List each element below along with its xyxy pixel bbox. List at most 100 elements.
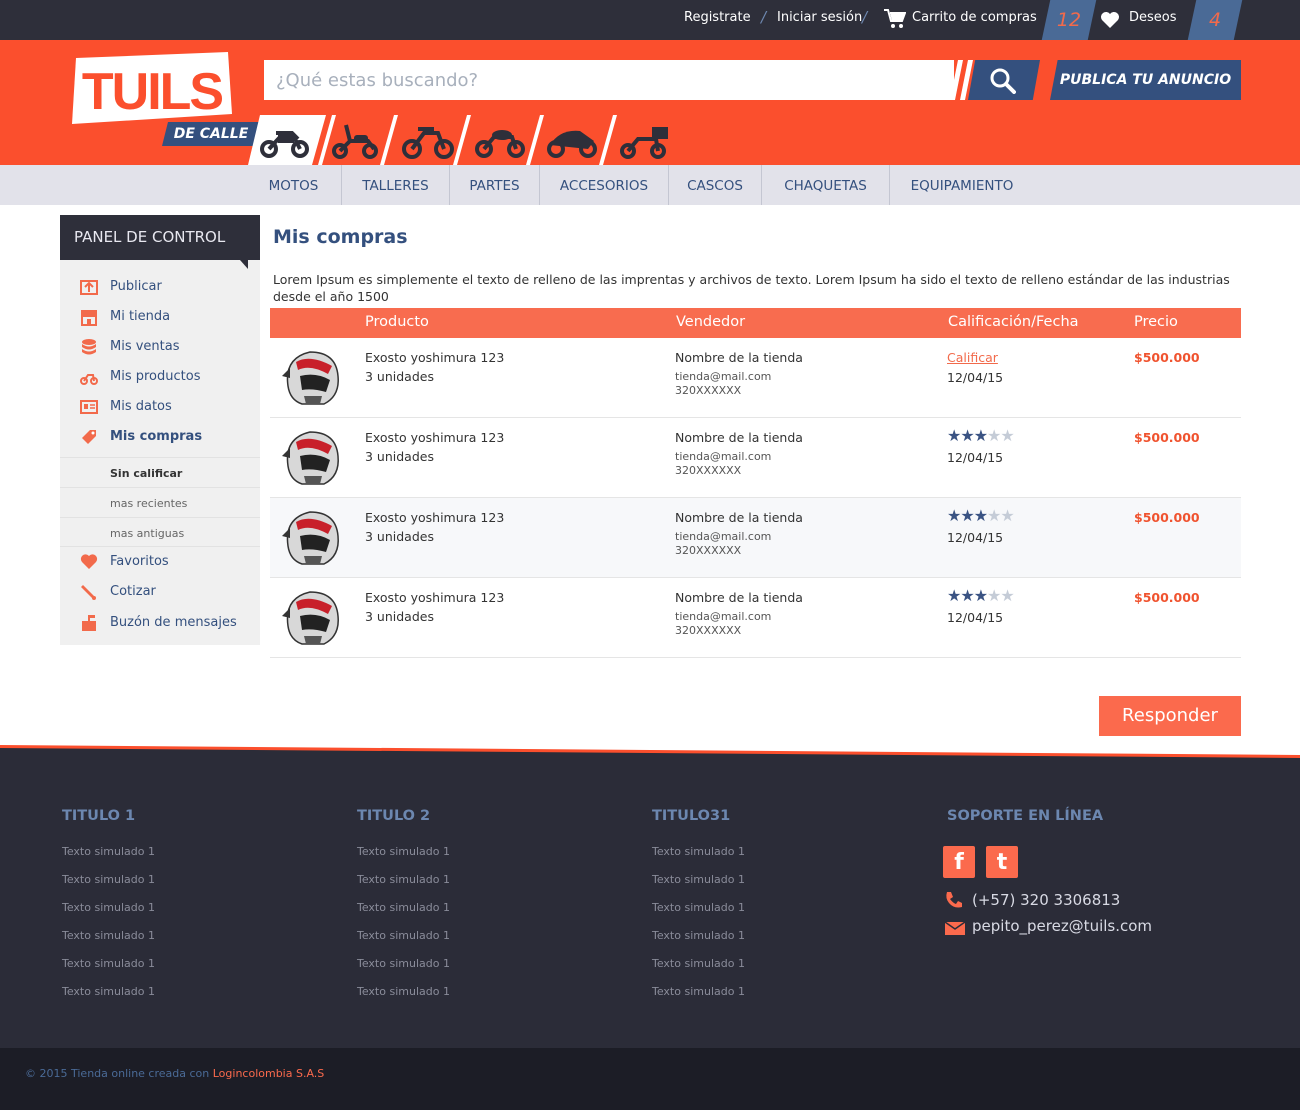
company-link[interactable]: Logincolombia S.A.S xyxy=(213,1067,325,1080)
subitem-sin-calificar[interactable]: Sin calificar xyxy=(60,457,260,487)
subitem-mas-recientes[interactable]: mas recientes xyxy=(60,487,260,517)
footer-column-1: TITULO 1 Texto simulado 1 Texto simulado… xyxy=(62,808,155,1006)
support-phone[interactable]: (+57) 320 3306813 xyxy=(972,891,1120,909)
tuils-logo[interactable]: TUILS xyxy=(70,52,232,128)
star-icon: ★ xyxy=(973,426,988,445)
nav-cascos[interactable]: CASCOS xyxy=(669,165,761,205)
footer-link[interactable]: Texto simulado 1 xyxy=(652,922,745,950)
logo-tagline: DE CALLE xyxy=(162,122,260,146)
footer-column-support: SOPORTE EN LÍNEA xyxy=(947,808,1103,838)
footer-column-title: TITULO 1 xyxy=(62,808,136,824)
sidebar-item-mis-ventas[interactable]: Mis ventas xyxy=(60,332,260,362)
table-row[interactable]: Exosto yoshimura 123 3 unidades Nombre de … xyxy=(270,578,1241,658)
sidebar-item-mi-tienda[interactable]: Mi tienda xyxy=(60,302,260,332)
sidebar-item-favoritos[interactable]: Favoritos xyxy=(60,547,260,577)
footer-link[interactable]: Texto simulado 1 xyxy=(652,950,745,978)
footer-link[interactable]: Texto simulado 1 xyxy=(62,838,155,866)
cart-count-badge[interactable]: 12 xyxy=(1041,0,1097,40)
wishes-count-badge[interactable]: 4 xyxy=(1187,0,1243,40)
nav-equipamiento[interactable]: EQUIPAMIENTO xyxy=(890,165,1034,205)
register-link[interactable]: Registrate xyxy=(684,10,751,25)
footer-link[interactable]: Texto simulado 1 xyxy=(62,950,155,978)
sidebar-item-mis-productos[interactable]: Mis productos xyxy=(60,362,260,392)
store-icon xyxy=(81,310,97,326)
page-title: Mis compras xyxy=(273,226,408,248)
separator: / xyxy=(761,8,767,26)
footer-link[interactable]: Texto simulado 1 xyxy=(357,894,450,922)
support-email[interactable]: pepito_perez@tuils.com xyxy=(972,917,1152,935)
product-image[interactable] xyxy=(280,426,342,490)
footer-link[interactable]: Texto simulado 1 xyxy=(62,894,155,922)
star-icon: ★ xyxy=(960,426,974,445)
star-rating: ★★★★★ xyxy=(947,426,1015,445)
seller-name[interactable]: Nombre de la tienda xyxy=(675,350,803,365)
footer-link[interactable]: Texto simulado 1 xyxy=(62,922,155,950)
search-input[interactable] xyxy=(264,60,954,100)
star-icon: ★ xyxy=(960,586,974,605)
seller-name[interactable]: Nombre de la tienda xyxy=(675,510,803,525)
wishes-link[interactable]: Deseos xyxy=(1129,10,1177,25)
product-name[interactable]: Exosto yoshimura 123 xyxy=(365,350,504,365)
seller-phone: 320XXXXXX xyxy=(675,464,742,477)
purchase-date: 12/04/15 xyxy=(947,450,1004,465)
product-image[interactable] xyxy=(280,506,342,570)
footer-link[interactable]: Texto simulado 1 xyxy=(62,866,155,894)
sidebar-item-publicar[interactable]: Publicar xyxy=(60,272,260,302)
footer-link[interactable]: Texto simulado 1 xyxy=(652,866,745,894)
footer-link[interactable]: Texto simulado 1 xyxy=(62,978,155,1006)
table-row[interactable]: Exosto yoshimura 123 3 unidades Nombre de … xyxy=(270,498,1241,578)
product-quantity: 3 unidades xyxy=(365,449,434,464)
search-button[interactable] xyxy=(968,60,1040,100)
nav-accesorios[interactable]: ACCESORIOS xyxy=(540,165,668,205)
nav-talleres[interactable]: TALLERES xyxy=(342,165,449,205)
sidebar-item-cotizar[interactable]: Cotizar xyxy=(60,577,260,607)
subitem-label: mas recientes xyxy=(110,497,188,510)
product-image[interactable] xyxy=(280,346,342,410)
cart-link[interactable]: Carrito de compras xyxy=(912,10,1037,25)
product-name[interactable]: Exosto yoshimura 123 xyxy=(365,590,504,605)
seller-name[interactable]: Nombre de la tienda xyxy=(675,590,803,605)
nav-partes[interactable]: PARTES xyxy=(450,165,539,205)
sidebar-item-label: Buzón de mensajes xyxy=(110,615,237,630)
nav-motos[interactable]: MOTOS xyxy=(246,165,341,205)
cruiser-icon[interactable] xyxy=(468,115,538,165)
touring-bike-icon[interactable] xyxy=(612,115,682,165)
sport-bike-icon[interactable] xyxy=(252,115,322,165)
sidebar-item-label: Favoritos xyxy=(110,554,169,569)
nav-chaquetas[interactable]: CHAQUETAS xyxy=(762,165,889,205)
subitem-mas-antiguas[interactable]: mas antiguas xyxy=(60,517,260,547)
footer-link[interactable]: Texto simulado 1 xyxy=(357,978,450,1006)
column-header-product: Producto xyxy=(365,314,429,330)
seller-name[interactable]: Nombre de la tienda xyxy=(675,430,803,445)
sidebar-item-mis-datos[interactable]: Mis datos xyxy=(60,392,260,422)
star-icon: ★ xyxy=(960,506,974,525)
footer-link[interactable]: Texto simulado 1 xyxy=(357,866,450,894)
publish-ad-button[interactable]: PUBLICA TU ANUNCIO xyxy=(1050,60,1241,100)
seller-phone: 320XXXXXX xyxy=(675,544,742,557)
facebook-icon[interactable]: f xyxy=(943,846,975,878)
table-row[interactable]: Exosto yoshimura 123 3 unidades Nombre de … xyxy=(270,338,1241,418)
footer-link[interactable]: Texto simulado 1 xyxy=(357,922,450,950)
sidebar-item-buzon[interactable]: Buzón de mensajes xyxy=(60,608,260,638)
product-name[interactable]: Exosto yoshimura 123 xyxy=(365,510,504,525)
footer-link[interactable]: Texto simulado 1 xyxy=(652,838,745,866)
footer-link[interactable]: Texto simulado 1 xyxy=(357,838,450,866)
column-header-price: Precio xyxy=(1134,314,1178,330)
scooter-icon[interactable] xyxy=(324,115,394,165)
footer-link[interactable]: Texto simulado 1 xyxy=(652,978,745,1006)
twitter-icon[interactable]: t xyxy=(986,846,1018,878)
respond-button[interactable]: Responder xyxy=(1099,696,1241,736)
dirt-bike-icon[interactable] xyxy=(396,115,466,165)
purchase-date: 12/04/15 xyxy=(947,610,1004,625)
table-row[interactable]: Exosto yoshimura 123 3 unidades Nombre de … xyxy=(270,418,1241,498)
sidebar-item-mis-compras[interactable]: Mis compras xyxy=(60,422,260,452)
superbike-icon[interactable] xyxy=(540,115,610,165)
footer-link[interactable]: Texto simulado 1 xyxy=(357,950,450,978)
rate-link[interactable]: Calificar xyxy=(947,350,998,365)
login-link[interactable]: Iniciar sesión xyxy=(777,10,862,25)
footer-column-3: TITULO31 Texto simulado 1 Texto simulado… xyxy=(652,808,745,1006)
footer-column-title: SOPORTE EN LÍNEA xyxy=(947,808,1104,824)
footer-link[interactable]: Texto simulado 1 xyxy=(652,894,745,922)
product-image[interactable] xyxy=(280,586,342,650)
product-name[interactable]: Exosto yoshimura 123 xyxy=(365,430,504,445)
